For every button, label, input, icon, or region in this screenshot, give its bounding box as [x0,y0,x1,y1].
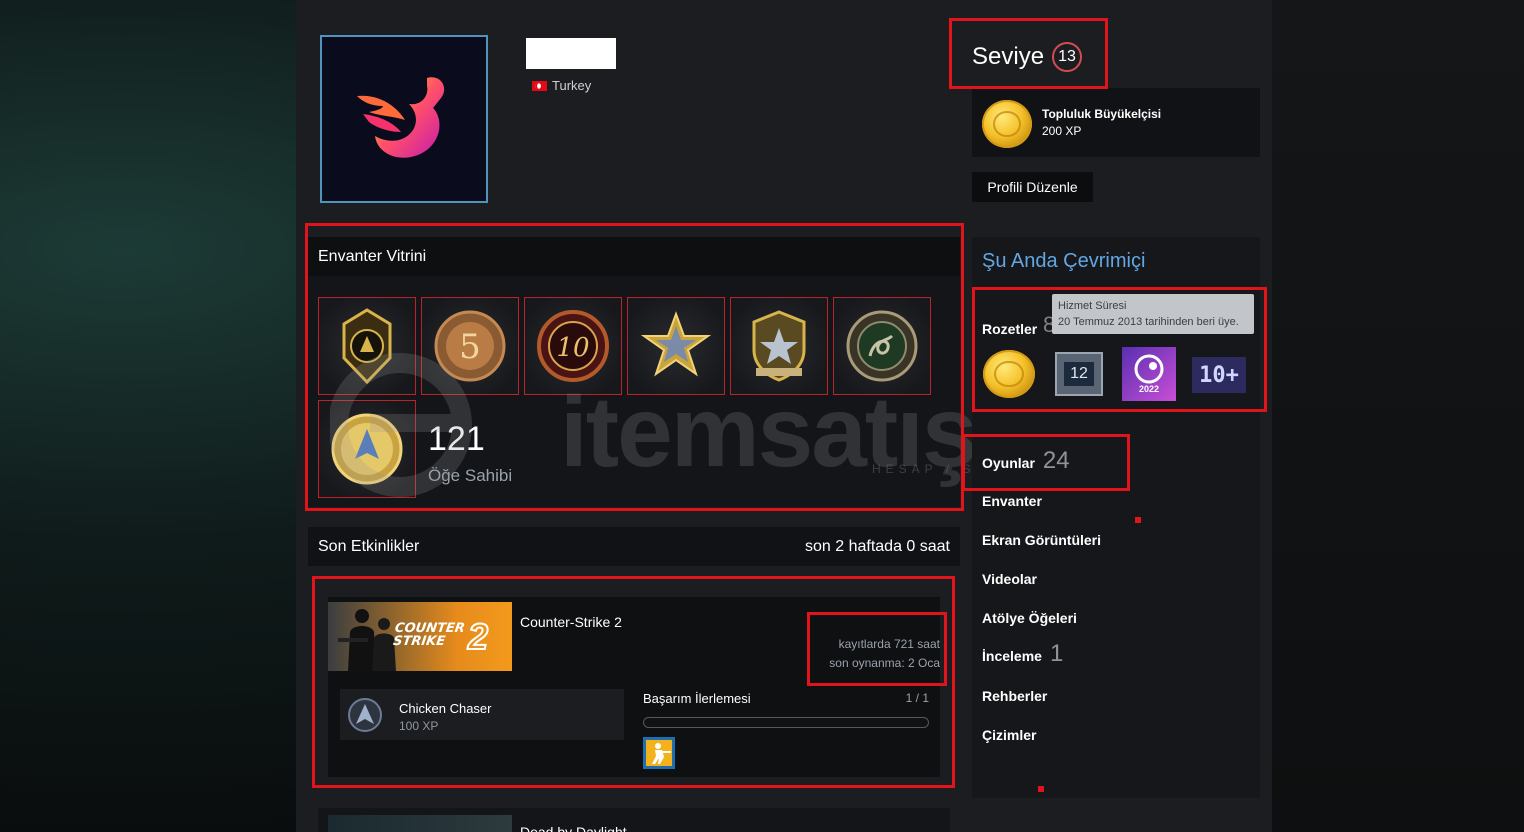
recent-activity-header: Son Etkinlikler son 2 haftada 0 saat [308,527,960,566]
inventory-item-gold-coin[interactable] [318,400,416,498]
swan-logo-icon [357,77,445,158]
nav-screenshots[interactable]: Ekran Görüntüleri [982,532,1101,548]
inventory-item-star-medal[interactable] [627,297,725,395]
achievement-mini-icon[interactable] [643,737,675,769]
profile-name-redacted [526,38,616,69]
achievement-progress-count: 1 / 1 [905,691,929,705]
inventory-count-label: Öğe Sahibi [428,466,513,485]
svg-text:10: 10 [556,333,589,363]
years-of-service-badge[interactable]: 12 [1055,352,1103,396]
turkey-flag-icon [532,80,547,91]
nav-guides[interactable]: Rehberler [982,688,1047,704]
steam-replay-badge[interactable]: 2022 [1122,347,1176,401]
nav-artwork[interactable]: Çizimler [982,727,1036,743]
steam-level: Seviye 13 [972,42,1083,72]
tooltip-text: 20 Temmuz 2013 tarihinden beri üye. [1058,316,1239,328]
next-game-name[interactable]: Dead by Daylight [520,822,627,832]
inventory-item-shield-medal[interactable] [730,297,828,395]
nav-videos[interactable]: Videolar [982,571,1037,587]
ambassador-badge-icon[interactable] [983,350,1035,398]
edit-profile-button[interactable]: Profili Düzenle [972,172,1093,202]
ten-year-coin-icon: 10 [537,310,609,382]
nav-artwork-label: Çizimler [982,727,1037,743]
red-marker-dot [1038,786,1044,792]
inventory-count: 121 [428,420,485,458]
red-marker-dot [1135,517,1141,523]
achievement-progress-fill [644,718,928,727]
right-background [1272,0,1524,832]
inventory-item-veteran-coin[interactable]: 5 [421,297,519,395]
profile-avatar[interactable] [320,35,488,203]
achievement-xp: 100 XP [399,719,439,733]
recent-activity-title: Son Etkinlikler [318,537,420,555]
featured-badge-xp: 200 XP [1042,124,1082,138]
star-medal-icon [640,311,712,377]
nav-reviews[interactable]: İnceleme 1 [982,640,1063,668]
profile-country: Turkey [532,78,591,93]
nav-videos-label: Videolar [982,571,1037,587]
level-label: Seviye [972,43,1045,70]
nav-reviews-count: 1 [1049,640,1064,667]
achievement-emblem-icon [348,698,382,732]
nav-inventory[interactable]: Envanter [982,493,1042,509]
nav-workshop[interactable]: Atölye Öğeleri [982,610,1077,626]
game-banner-line2: STRIKE [392,634,447,649]
svg-text:5: 5 [459,327,481,367]
hydra-coin-icon [846,310,918,382]
game-name-link[interactable]: Counter-Strike 2 [520,614,622,630]
nav-games-label: Oyunlar [982,455,1035,471]
nav-workshop-label: Atölye Öğeleri [982,610,1077,626]
achievement-progress-label: Başarım İlerlemesi [643,691,751,706]
game-playtime: kayıtlarda 721 saat son oynanma: 2 Oca [810,635,940,673]
cs-medal-icon [342,308,392,385]
nav-reviews-label: İnceleme [982,648,1042,664]
years-of-service-tooltip: Hizmet Süresi 20 Temmuz 2013 tarihinden … [1052,294,1254,334]
achievement-name: Chicken Chaser [399,701,492,716]
game-hours-total: kayıtlarda 721 saat [838,637,940,651]
game-banner-title: COUNTER STRIKE [392,621,466,649]
nav-screenshots-label: Ekran Görüntüleri [982,532,1102,548]
community-ambassador-badge-icon [982,100,1032,148]
nav-inventory-label: Envanter [982,493,1042,509]
game-last-played: son oynanma: 2 Oca [829,656,940,670]
next-game-banner[interactable] [328,815,512,832]
inventory-item-operation-hydra-coin[interactable] [833,297,931,395]
game-banner-cs2[interactable]: COUNTER STRIKE 2 [328,602,512,671]
level-value: 13 [1052,42,1083,72]
inventory-item-service-medal[interactable] [318,297,416,395]
recent-activity-summary: son 2 haftada 0 saat [805,537,950,555]
online-status: Şu Anda Çevrimiçi [982,250,1146,272]
badges-link[interactable]: Rozetler [982,321,1037,337]
achievement-progress-bar [643,717,929,728]
games-owned-value: 10+ [1199,362,1239,388]
games-owned-badge[interactable]: 10+ [1192,357,1246,393]
nav-games-count: 24 [1042,447,1070,474]
counter-terrorist-icon [646,740,672,766]
steam-logo-icon [1134,354,1164,384]
steam-replay-year: 2022 [1138,384,1160,394]
inventory-item-ten-year-coin[interactable]: 10 [524,297,622,395]
game-banner-number: 2 [467,615,489,658]
years-of-service-value: 12 [1064,362,1094,386]
inventory-showcase-title: Envanter Vitrini [308,237,960,276]
nav-guides-label: Rehberler [982,688,1048,704]
nav-games[interactable]: Oyunlar 24 [982,447,1070,475]
featured-badge-title: Topluluk Büyükelçisi [1042,107,1162,121]
shield-medal-icon [752,310,806,382]
tooltip-title: Hizmet Süresi [1058,300,1127,312]
country-label: Turkey [552,78,592,93]
veteran-coin-icon: 5 [434,310,506,382]
gold-coin-icon [331,413,403,485]
